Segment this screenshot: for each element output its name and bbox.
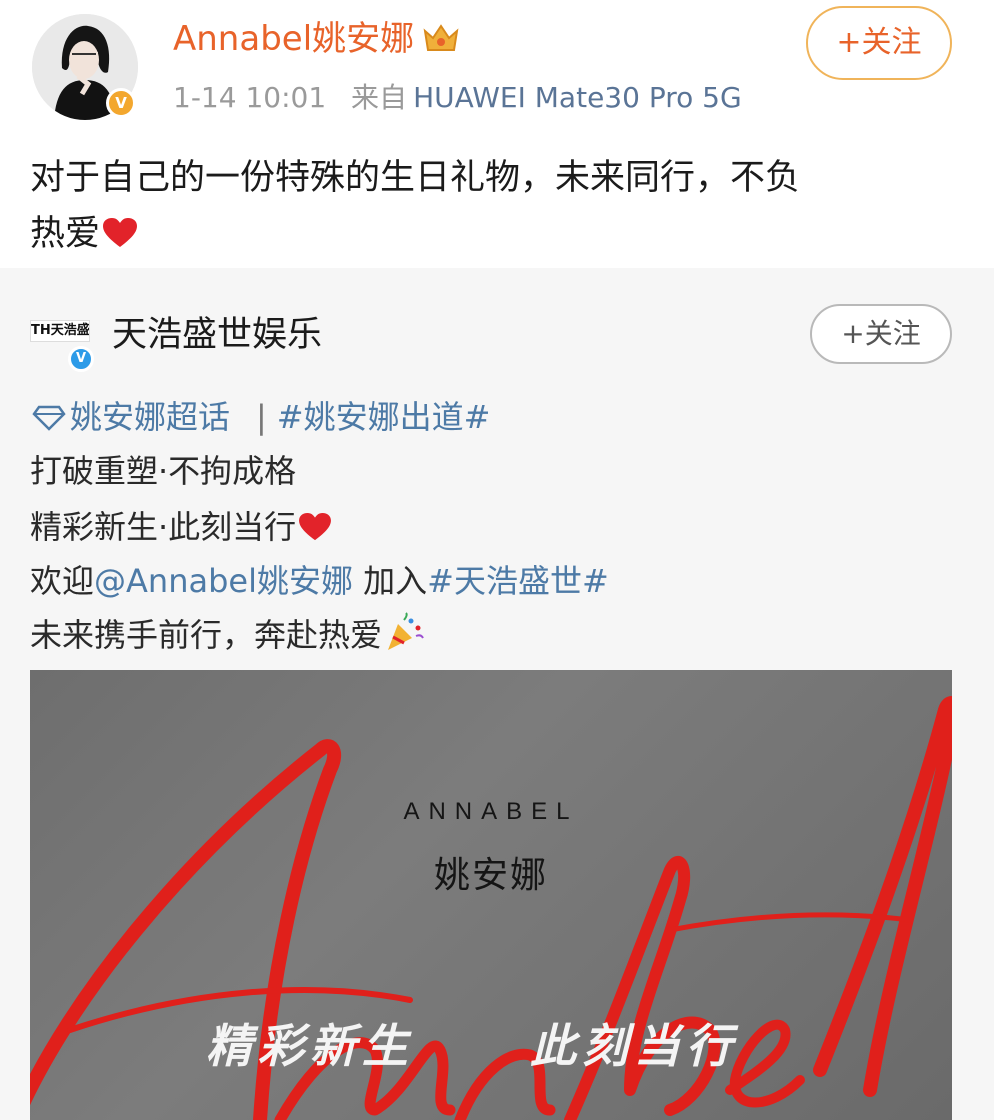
heart-icon: [299, 512, 332, 541]
repost-line1: 打破重塑·不拘成格: [30, 452, 297, 490]
hashtag-company-link[interactable]: #天浩盛世#: [427, 562, 609, 600]
post-time: 1-14 10:01: [173, 81, 327, 114]
post-meta: 1-14 10:01 来自 HUAWEI Mate30 Pro 5G: [173, 80, 742, 116]
source-prefix: 来自: [351, 81, 408, 114]
org-logo: TH天浩盛世: [30, 320, 90, 342]
repost-line3: 欢迎@Annabel姚安娜 加入#天浩盛世#: [30, 558, 609, 604]
join-text: 加入: [352, 562, 428, 600]
org-avatar[interactable]: TH天浩盛世 V: [30, 308, 94, 372]
crown-icon: [423, 24, 459, 51]
reposted-content[interactable]: TH天浩盛世 V 天浩盛世娱乐 +关注 姚安娜超话 | #姚安娜出道# 打破重塑·不…: [0, 268, 994, 1120]
follow-button[interactable]: +关注: [806, 6, 952, 80]
post-text-line1: 对于自己的一份特殊的生日礼物，未来同行，不负: [30, 158, 801, 198]
post-body: 对于自己的一份特殊的生日礼物，未来同行，不负 热爱: [30, 150, 960, 262]
post-text-line2: 热爱: [30, 206, 960, 262]
author-name[interactable]: Annabel姚安娜: [173, 16, 460, 62]
topic-row: 姚安娜超话 | #姚安娜出道#: [32, 394, 490, 440]
heart-icon: [103, 218, 138, 247]
welcome-text: 欢迎: [30, 562, 95, 600]
poster-english-name: ANNABEL: [403, 798, 579, 825]
follow-org-button[interactable]: +关注: [810, 304, 952, 364]
repost-line4-text: 未来携手前行，奔赴热爱: [30, 616, 383, 654]
poster-slogan-1: 精彩新生: [206, 1019, 414, 1073]
party-popper-icon: [388, 612, 424, 650]
hashtag-debut-link[interactable]: #姚安娜出道#: [277, 398, 491, 436]
original-post: V Annabel姚安娜 1-14 10:01 来自 HUAWEI Mate30 …: [0, 0, 994, 268]
topic-separator: |: [256, 398, 267, 436]
repost-line2-text: 精彩新生·此刻当行: [30, 508, 297, 546]
org-name[interactable]: 天浩盛世娱乐: [112, 310, 322, 360]
diamond-icon: [32, 405, 66, 431]
verified-badge-icon: V: [106, 88, 136, 118]
mention-link[interactable]: @Annabel姚安娜: [94, 562, 353, 600]
source-device[interactable]: HUAWEI Mate30 Pro 5G: [413, 81, 742, 114]
repost-line2: 精彩新生·此刻当行: [30, 504, 332, 550]
repost-line4: 未来携手前行，奔赴热爱: [30, 612, 424, 658]
verified-badge-icon: V: [68, 346, 94, 372]
poster-chinese-name: 姚安娜: [433, 855, 548, 896]
poster-slogan-2: 此刻当行: [530, 1019, 738, 1073]
post-text-line2-text: 热爱: [30, 214, 101, 254]
supertopic-link[interactable]: 姚安娜超话: [70, 398, 230, 436]
poster-image[interactable]: ANNABEL 姚安娜 精彩新生 此刻当行: [30, 670, 952, 1120]
author-name-text[interactable]: Annabel姚安娜: [173, 19, 414, 59]
